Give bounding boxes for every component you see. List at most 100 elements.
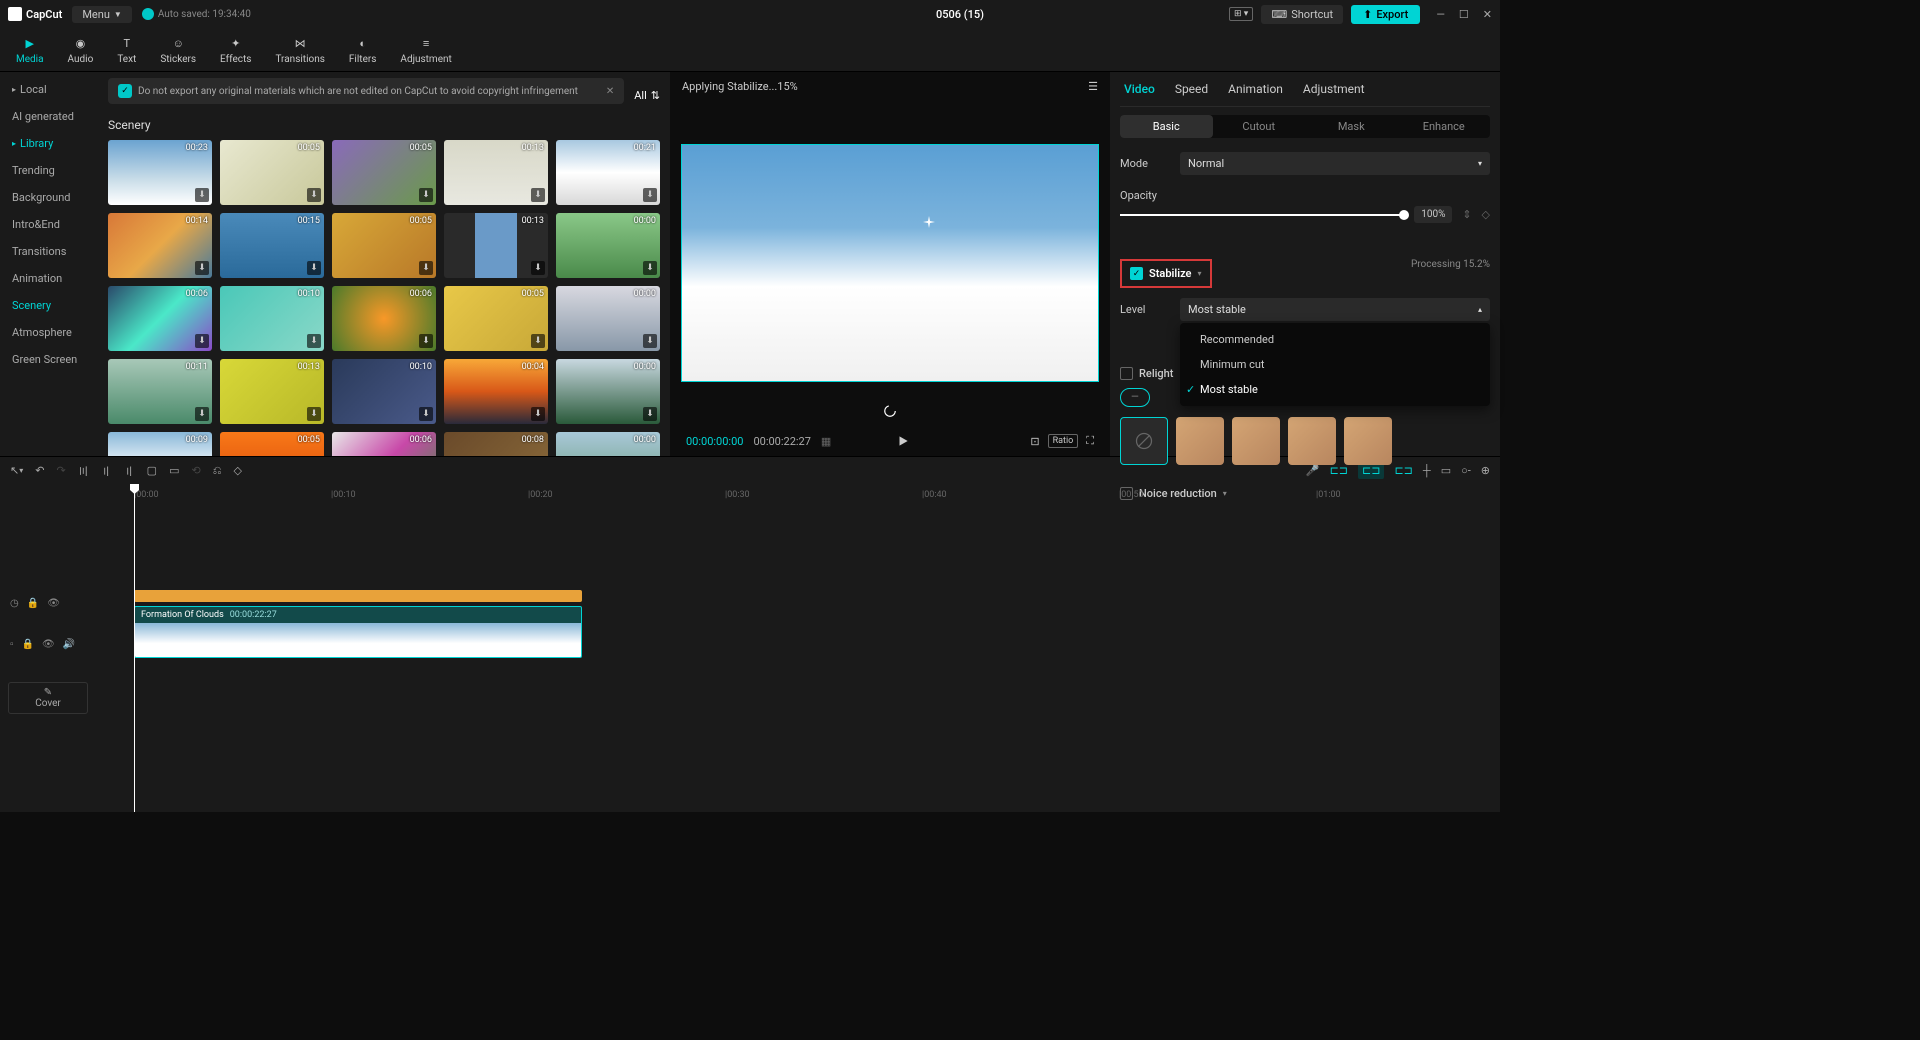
stepper-icon[interactable]: ⇕ xyxy=(1462,208,1471,221)
crop-tool[interactable]: ▢ xyxy=(147,464,157,477)
align-tool[interactable]: ┼ xyxy=(1423,464,1431,477)
scan-icon[interactable]: ⊡ xyxy=(1030,435,1039,448)
download-icon[interactable]: ⬇ xyxy=(195,334,209,348)
eye-icon[interactable]: 👁 xyxy=(47,598,60,609)
sidebar-item-trending[interactable]: Trending xyxy=(0,157,98,184)
opacity-slider[interactable] xyxy=(1120,214,1404,216)
subtab-cutout[interactable]: Cutout xyxy=(1213,115,1306,138)
sidebar-item-greenscreen[interactable]: Green Screen xyxy=(0,346,98,373)
download-icon[interactable]: ⬇ xyxy=(307,334,321,348)
thumbnail[interactable]: 00:00⬇ xyxy=(556,432,660,456)
thumbnail[interactable]: 00:05⬇ xyxy=(332,140,436,205)
split-left-tool[interactable]: 〢 xyxy=(101,463,112,479)
download-icon[interactable]: ⬇ xyxy=(419,407,433,421)
lock-icon[interactable]: 🔒 xyxy=(27,598,39,609)
tool-effects[interactable]: ✦Effects xyxy=(208,30,263,69)
preset-3[interactable] xyxy=(1288,417,1336,465)
zoom-fit[interactable]: ⊕ xyxy=(1481,464,1490,477)
tool-text[interactable]: TText xyxy=(105,30,148,69)
thumbnail[interactable]: 00:08⬇ xyxy=(444,432,548,456)
thumbnail[interactable]: 00:00⬇ xyxy=(556,359,660,424)
cover-button[interactable]: ✎ Cover xyxy=(8,682,88,714)
preview-viewport[interactable] xyxy=(676,100,1104,426)
video-clip[interactable]: Formation Of Clouds 00:00:22:27 xyxy=(134,606,582,658)
magnet-tool-1[interactable]: ⊏⊐ xyxy=(1330,464,1348,477)
thumbnail[interactable]: 00:10⬇ xyxy=(332,359,436,424)
timeline-main[interactable]: |00:00|00:10|00:20|00:30|00:40|00:50|01:… xyxy=(96,484,1500,812)
sidebar-item-introend[interactable]: Intro&End xyxy=(0,211,98,238)
thumbnail[interactable]: 00:11⬇ xyxy=(108,359,212,424)
inspector-tab-video[interactable]: Video xyxy=(1124,82,1155,96)
level-option[interactable]: Minimum cut xyxy=(1180,352,1490,377)
download-icon[interactable]: ⬇ xyxy=(307,407,321,421)
mic-icon[interactable]: 🎤 xyxy=(1306,464,1320,477)
thumbnail[interactable]: 00:05⬇ xyxy=(332,213,436,278)
sidebar-item-atmosphere[interactable]: Atmosphere xyxy=(0,319,98,346)
download-icon[interactable]: ⬇ xyxy=(643,334,657,348)
menu-button[interactable]: Menu ▼ xyxy=(72,6,132,23)
level-option[interactable]: Most stable xyxy=(1180,377,1490,402)
tool-stickers[interactable]: ☺Stickers xyxy=(148,30,208,69)
inspector-tab-speed[interactable]: Speed xyxy=(1175,82,1208,96)
preset-1[interactable] xyxy=(1176,417,1224,465)
mirror-tool[interactable]: ⎌ xyxy=(213,464,222,478)
preset-2[interactable] xyxy=(1232,417,1280,465)
download-icon[interactable]: ⬇ xyxy=(195,261,209,275)
subtab-enhance[interactable]: Enhance xyxy=(1398,115,1491,138)
clock-icon[interactable]: ◷ xyxy=(10,598,19,609)
eye-icon[interactable]: 👁 xyxy=(42,639,55,650)
download-icon[interactable]: ⬇ xyxy=(531,407,545,421)
download-icon[interactable]: ⬇ xyxy=(307,188,321,202)
sidebar-item-scenery[interactable]: Scenery xyxy=(0,292,98,319)
preview-menu-icon[interactable]: ☰ xyxy=(1088,80,1098,93)
download-icon[interactable]: ⬇ xyxy=(419,334,433,348)
thumbnail[interactable]: 00:10⬇ xyxy=(220,286,324,351)
playhead[interactable] xyxy=(134,484,135,812)
tool-transitions[interactable]: ⋈Transitions xyxy=(263,30,336,69)
speaker-icon[interactable]: 🔊 xyxy=(63,639,75,650)
sidebar-item-background[interactable]: Background xyxy=(0,184,98,211)
download-icon[interactable]: ⬇ xyxy=(307,261,321,275)
sidebar-item-library[interactable]: ▸Library xyxy=(0,130,98,157)
split-tool[interactable]: 〣 xyxy=(78,463,89,479)
download-icon[interactable]: ⬇ xyxy=(419,261,433,275)
frames-tool[interactable]: ▭ xyxy=(169,464,179,477)
lock-icon[interactable]: 🔒 xyxy=(22,639,34,650)
thumbnail[interactable]: 00:13⬇ xyxy=(220,359,324,424)
sidebar-item-aigenerated[interactable]: AI generated xyxy=(0,103,98,130)
preview-tool[interactable]: ▭ xyxy=(1441,464,1451,477)
minimize-button[interactable]: — xyxy=(1436,8,1445,21)
maximize-button[interactable]: ☐ xyxy=(1459,8,1469,21)
download-icon[interactable]: ⬇ xyxy=(419,188,433,202)
tool-filters[interactable]: ◐Filters xyxy=(337,30,389,69)
audio-track[interactable] xyxy=(134,590,582,602)
ratio-button[interactable]: Ratio xyxy=(1048,434,1079,448)
inspector-tab-animation[interactable]: Animation xyxy=(1228,82,1283,96)
mode-select[interactable]: Normal ▾ xyxy=(1180,152,1490,175)
export-button[interactable]: ⬆ Export xyxy=(1351,5,1420,24)
download-icon[interactable]: ⬇ xyxy=(643,407,657,421)
thumbnail[interactable]: 00:06⬇ xyxy=(332,286,436,351)
timeline-ruler[interactable]: |00:00|00:10|00:20|00:30|00:40|00:50|01:… xyxy=(96,484,1500,504)
download-icon[interactable]: ⬇ xyxy=(643,188,657,202)
thumbnail[interactable]: 00:15⬇ xyxy=(220,213,324,278)
fullscreen-icon[interactable]: ⛶ xyxy=(1086,434,1094,448)
level-select[interactable]: Most stable ▴ RecommendedMinimum cutMost… xyxy=(1180,298,1490,321)
thumbnail[interactable]: 00:06⬇ xyxy=(332,432,436,456)
thumbnail[interactable]: 00:00⬇ xyxy=(556,213,660,278)
sidebar-item-transitions[interactable]: Transitions xyxy=(0,238,98,265)
zoom-out[interactable]: ○- xyxy=(1461,464,1471,477)
download-icon[interactable]: ⬇ xyxy=(531,261,545,275)
warning-close-button[interactable]: ✕ xyxy=(606,86,614,97)
stabilize-checkbox-row[interactable]: ✓ Stabilize ▾ xyxy=(1120,259,1212,288)
thumbnail[interactable]: 00:00⬇ xyxy=(556,286,660,351)
thumbnail[interactable]: 00:14⬇ xyxy=(108,213,212,278)
thumbnail[interactable]: 00:04⬇ xyxy=(444,359,548,424)
thumbnail[interactable]: 00:23⬇ xyxy=(108,140,212,205)
layout-icon[interactable]: ⊞ ▾ xyxy=(1229,7,1253,21)
thumbnail[interactable]: 00:06⬇ xyxy=(108,286,212,351)
tool-audio[interactable]: ◉Audio xyxy=(56,30,106,69)
inspector-tab-adjustment[interactable]: Adjustment xyxy=(1303,82,1365,96)
magnet-tool-3[interactable]: ⊏⊐ xyxy=(1394,464,1412,477)
subtab-basic[interactable]: Basic xyxy=(1120,115,1213,138)
